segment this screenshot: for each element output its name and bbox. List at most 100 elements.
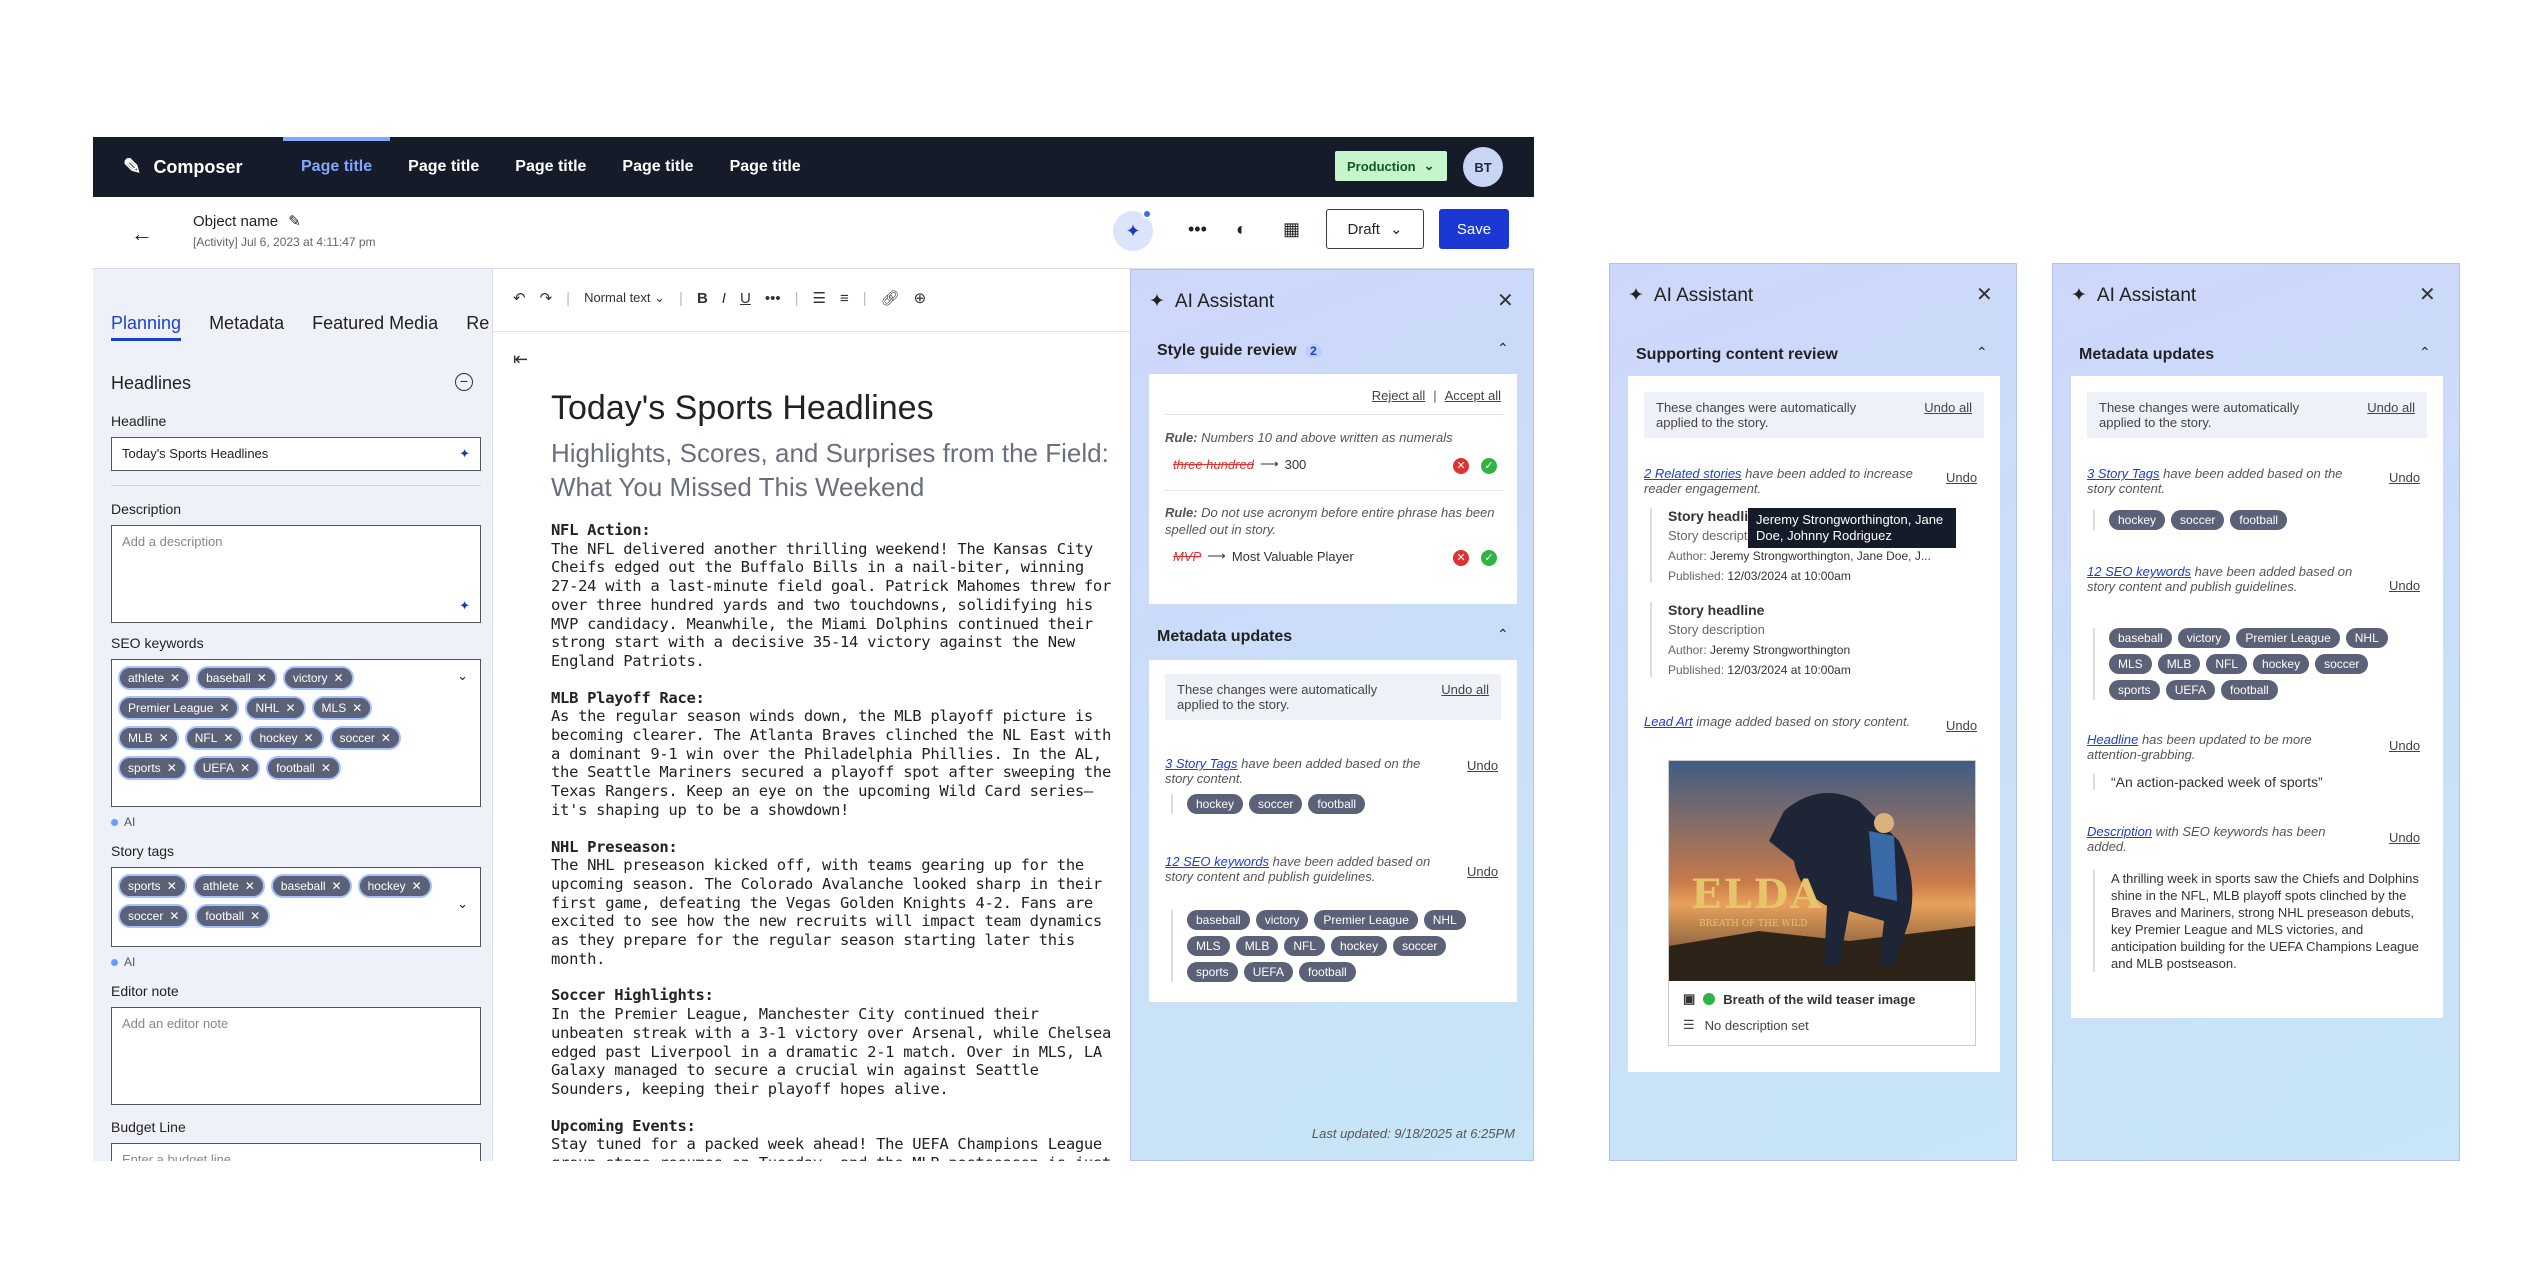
related-story[interactable]: Story headline Story description Author:…: [1650, 602, 1970, 677]
undo-all-link[interactable]: Undo all: [1924, 400, 1972, 430]
tab-more[interactable]: Re: [466, 313, 489, 341]
chevron-up-icon[interactable]: ⌃: [1976, 344, 1988, 361]
tab-page-title-2[interactable]: Page title: [390, 137, 497, 197]
back-arrow-icon[interactable]: ←: [131, 221, 153, 247]
italic-icon[interactable]: I: [722, 290, 726, 307]
chip[interactable]: UEFA ✕: [192, 756, 261, 780]
undo-link[interactable]: Undo: [1467, 864, 1498, 879]
close-icon[interactable]: ✕: [1976, 282, 1993, 307]
chip[interactable]: soccer ✕: [118, 904, 190, 928]
undo-link[interactable]: Undo: [2389, 830, 2420, 845]
editor-note-field[interactable]: Add an editor note: [111, 1007, 481, 1105]
chip[interactable]: athlete ✕: [118, 666, 191, 690]
chip[interactable]: baseball ✕: [270, 874, 352, 898]
close-icon[interactable]: ✕: [1497, 288, 1514, 313]
story-tags-field[interactable]: sports ✕ athlete ✕ baseball ✕ hockey ✕ socce…: [111, 867, 481, 947]
story-tags-link[interactable]: 3 Story Tags: [1165, 756, 1238, 771]
text-style-select[interactable]: Normal text ⌄: [584, 290, 665, 306]
story-subtitle[interactable]: Highlights, Scores, and Surprises from t…: [551, 437, 1111, 505]
chip[interactable]: MLS ✕: [311, 696, 373, 720]
accept-icon[interactable]: ✓: [1481, 550, 1497, 566]
chip[interactable]: sports ✕: [118, 756, 187, 780]
undo-all-link[interactable]: Undo all: [1441, 682, 1489, 712]
chip[interactable]: football ✕: [266, 756, 341, 780]
style-guide-section-title[interactable]: Style guide review 2: [1157, 342, 1322, 360]
related-stories-link[interactable]: 2 Related stories: [1644, 466, 1742, 481]
undo-link[interactable]: Undo: [2389, 470, 2420, 485]
chip[interactable]: football ✕: [195, 904, 271, 928]
chip[interactable]: baseball ✕: [196, 666, 277, 690]
reject-all-link[interactable]: Reject all: [1372, 388, 1425, 403]
tab-planning[interactable]: Planning: [111, 313, 182, 341]
tab-page-title-4[interactable]: Page title: [604, 137, 711, 197]
accept-icon[interactable]: ✓: [1481, 458, 1497, 474]
numbered-list-icon[interactable]: ≡: [840, 290, 849, 307]
calendar-icon[interactable]: ▦: [1283, 219, 1300, 240]
chevron-up-icon[interactable]: ⌃: [2419, 344, 2431, 361]
chevron-down-icon[interactable]: ⌄: [457, 668, 468, 684]
preview-icon[interactable]: ◐: [1236, 219, 1247, 240]
metadata-section-title[interactable]: Metadata updates: [2079, 346, 2214, 364]
edit-pencil-icon[interactable]: ✎: [288, 213, 301, 230]
chevron-up-icon[interactable]: ⌃: [1497, 626, 1509, 643]
bullet-list-icon[interactable]: ☰: [812, 289, 825, 307]
tab-page-title-3[interactable]: Page title: [497, 137, 604, 197]
undo-link[interactable]: Undo: [2389, 738, 2420, 753]
metadata-section-title[interactable]: Metadata updates: [1157, 628, 1292, 646]
accept-all-link[interactable]: Accept all: [1445, 388, 1501, 403]
description-field[interactable]: Add a description ✦: [111, 525, 481, 623]
budget-line-field[interactable]: Enter a budget line: [111, 1143, 481, 1161]
status-select[interactable]: Draft ⌄: [1326, 209, 1424, 249]
chevron-up-icon[interactable]: ⌃: [1497, 340, 1509, 357]
chip[interactable]: hockey ✕: [249, 726, 324, 750]
environment-select[interactable]: Production ⌄: [1335, 151, 1447, 181]
story-title[interactable]: Today's Sports Headlines: [551, 389, 934, 428]
link-icon[interactable]: 🔗︎: [881, 289, 900, 307]
undo-all-link[interactable]: Undo all: [2367, 400, 2415, 430]
more-options-icon[interactable]: •••: [1188, 219, 1207, 240]
undo-link[interactable]: Undo: [1946, 470, 1977, 485]
chip[interactable]: hockey ✕: [357, 874, 432, 898]
lead-art-link[interactable]: Lead Art: [1644, 714, 1693, 729]
lead-art-card[interactable]: ELDA BREATH OF THE WILD ▣ Breath of the …: [1668, 760, 1976, 1046]
tab-page-title-5[interactable]: Page title: [712, 137, 819, 197]
save-button[interactable]: Save: [1439, 209, 1509, 249]
collapse-icon[interactable]: −: [455, 373, 473, 391]
reject-icon[interactable]: ✕: [1453, 550, 1469, 566]
chip[interactable]: MLB ✕: [118, 726, 179, 750]
story-body[interactable]: NFL Action: The NFL delivered another thr…: [551, 521, 1111, 1161]
collapse-sidebar-icon[interactable]: ⇤: [513, 349, 528, 370]
headline-link[interactable]: Headline: [2087, 732, 2138, 747]
undo-link[interactable]: Undo: [1946, 718, 1977, 733]
chip[interactable]: sports ✕: [118, 874, 187, 898]
bold-icon[interactable]: B: [697, 290, 708, 307]
tab-featured-media[interactable]: Featured Media: [312, 313, 438, 341]
story-tags-link[interactable]: 3 Story Tags: [2087, 466, 2160, 481]
user-avatar[interactable]: BT: [1463, 147, 1503, 187]
chip[interactable]: Premier League ✕: [118, 696, 240, 720]
app-logo[interactable]: ✎ Composer: [123, 154, 242, 180]
reject-icon[interactable]: ✕: [1453, 458, 1469, 474]
close-icon[interactable]: ✕: [2419, 282, 2436, 307]
description-link[interactable]: Description: [2087, 824, 2152, 839]
add-icon[interactable]: ⊕: [914, 289, 927, 307]
undo-link[interactable]: Undo: [2389, 578, 2420, 593]
redo-icon[interactable]: ↷: [540, 289, 553, 307]
seo-keywords-link[interactable]: 12 SEO keywords: [2087, 564, 2191, 579]
chip[interactable]: NHL ✕: [245, 696, 306, 720]
chip[interactable]: victory ✕: [282, 666, 354, 690]
headline-field[interactable]: Today's Sports Headlines ✦: [111, 437, 481, 471]
tab-metadata[interactable]: Metadata: [209, 313, 284, 341]
more-formatting-icon[interactable]: •••: [765, 290, 781, 307]
chip[interactable]: athlete ✕: [192, 874, 265, 898]
underline-icon[interactable]: U: [740, 290, 751, 307]
undo-link[interactable]: Undo: [1467, 758, 1498, 773]
chip[interactable]: soccer ✕: [329, 726, 401, 750]
seo-keywords-link[interactable]: 12 SEO keywords: [1165, 854, 1269, 869]
seo-keywords-field[interactable]: athlete ✕ baseball ✕ victory ✕ Premier Leag…: [111, 659, 481, 807]
chevron-down-icon[interactable]: ⌄: [457, 896, 468, 912]
tab-page-title-1[interactable]: Page title: [283, 137, 391, 197]
undo-icon[interactable]: ↶: [513, 289, 526, 307]
chip[interactable]: NFL ✕: [184, 726, 244, 750]
supporting-section-title[interactable]: Supporting content review: [1636, 346, 1838, 364]
